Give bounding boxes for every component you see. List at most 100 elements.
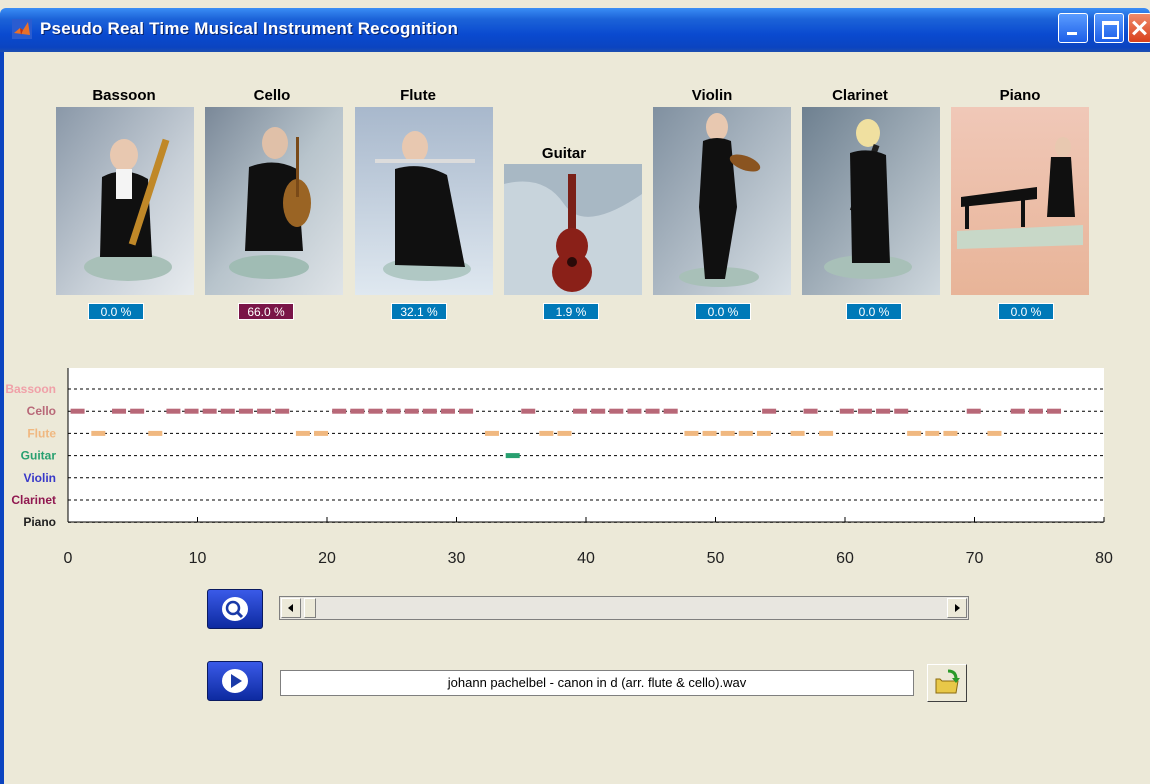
segment-mark-cello <box>459 408 474 414</box>
flute-player-photo <box>355 107 493 295</box>
plot-area <box>68 368 1104 522</box>
clarinet-player-photo <box>802 107 940 295</box>
segment-mark-flute <box>925 430 940 436</box>
maximize-button[interactable] <box>1094 13 1124 43</box>
percent-cello: 66.0 % <box>238 303 294 320</box>
segment-mark-cello <box>627 408 642 414</box>
close-button[interactable] <box>1128 13 1150 43</box>
matlab-logo-icon <box>12 19 32 39</box>
segment-mark-cello <box>663 408 678 414</box>
segment-mark-cello <box>368 408 383 414</box>
file-name-field[interactable]: johann pachelbel - canon in d (arr. flut… <box>280 670 914 696</box>
title-bar: Pseudo Real Time Musical Instrument Reco… <box>0 0 1150 58</box>
segment-mark-cello <box>422 408 437 414</box>
segment-mark-cello <box>1010 408 1025 414</box>
analyze-button[interactable] <box>207 589 263 629</box>
segment-mark-flute <box>738 430 753 436</box>
row-label: Flute <box>27 426 56 440</box>
segment-mark-cello <box>238 408 253 414</box>
row-label: Cello <box>27 404 56 418</box>
segment-mark-cello <box>966 408 981 414</box>
x-tick-label: 60 <box>836 550 854 567</box>
segment-mark-cello <box>70 408 85 414</box>
x-tick-label: 40 <box>577 550 595 567</box>
play-icon <box>222 669 248 693</box>
x-tick-label: 80 <box>1095 550 1113 567</box>
percent-bassoon: 0.0 % <box>88 303 144 320</box>
segment-mark-flute <box>819 430 834 436</box>
arrow-left-icon <box>288 604 293 612</box>
x-tick-label: 20 <box>318 550 336 567</box>
segment-mark-cello <box>894 408 909 414</box>
open-folder-icon <box>935 669 960 694</box>
guitar-photo <box>504 164 642 295</box>
instrument-timeline-chart: Bassoon Cello Flute Guitar Violin Clarinet Pia… <box>5 368 1113 567</box>
x-tick-label: 10 <box>189 550 207 567</box>
segment-mark-flute <box>943 430 958 436</box>
segment-mark-cello <box>1028 408 1043 414</box>
segment-mark-guitar <box>505 453 520 459</box>
segment-mark-flute <box>557 430 572 436</box>
instrument-label-violin: Violin <box>691 87 733 104</box>
segment-mark-cello <box>440 408 455 414</box>
segment-mark-cello <box>130 408 145 414</box>
instrument-label-bassoon: Bassoon <box>92 87 156 104</box>
play-button[interactable] <box>207 661 263 701</box>
segment-mark-flute <box>91 430 106 436</box>
percent-guitar: 1.9 % <box>543 303 599 320</box>
segment-mark-cello <box>857 408 872 414</box>
segment-mark-cello <box>521 408 536 414</box>
segment-mark-flute <box>539 430 554 436</box>
segment-mark-flute <box>790 430 805 436</box>
row-label: Guitar <box>21 449 57 463</box>
scroll-thumb[interactable] <box>304 598 316 618</box>
segment-mark-cello <box>1047 408 1062 414</box>
percent-clarinet: 0.0 % <box>846 303 902 320</box>
segment-mark-cello <box>762 408 777 414</box>
cello-player-photo <box>205 107 343 295</box>
segment-mark-cello <box>876 408 891 414</box>
segment-mark-flute <box>314 430 329 436</box>
segment-mark-cello <box>386 408 401 414</box>
segment-mark-flute <box>720 430 735 436</box>
time-scrollbar[interactable] <box>279 596 969 620</box>
segment-mark-cello <box>220 408 235 414</box>
segment-mark-flute <box>907 430 922 436</box>
segment-mark-cello <box>591 408 606 414</box>
segment-mark-cello <box>573 408 588 414</box>
segment-mark-cello <box>803 408 818 414</box>
segment-mark-flute <box>684 430 699 436</box>
minimize-button[interactable] <box>1058 13 1088 43</box>
x-tick-label: 30 <box>448 550 466 567</box>
row-label: Clarinet <box>11 493 56 507</box>
scroll-right-button[interactable] <box>947 598 967 618</box>
window-title: Pseudo Real Time Musical Instrument Reco… <box>40 19 459 38</box>
bassoon-player-photo <box>56 107 194 295</box>
segment-mark-cello <box>257 408 272 414</box>
segment-mark-flute <box>484 430 499 436</box>
open-file-button[interactable] <box>927 664 967 702</box>
segment-mark-cello <box>332 408 347 414</box>
percent-violin: 0.0 % <box>695 303 751 320</box>
row-label: Bassoon <box>5 382 56 396</box>
segment-mark-cello <box>645 408 660 414</box>
x-tick-label: 0 <box>64 550 73 567</box>
percent-flute: 32.1 % <box>391 303 447 320</box>
percent-piano: 0.0 % <box>998 303 1054 320</box>
row-label: Piano <box>23 515 56 529</box>
row-label: Violin <box>24 471 56 485</box>
segment-mark-cello <box>275 408 290 414</box>
segment-mark-cello <box>350 408 365 414</box>
segment-mark-cello <box>609 408 624 414</box>
segment-mark-flute <box>756 430 771 436</box>
segment-mark-cello <box>166 408 181 414</box>
segment-mark-cello <box>112 408 127 414</box>
instrument-label-flute: Flute <box>400 87 436 104</box>
piano-player-photo <box>951 107 1089 295</box>
magnifier-icon <box>222 597 248 621</box>
scroll-left-button[interactable] <box>281 598 301 618</box>
violin-player-photo <box>653 107 791 295</box>
segment-mark-cello <box>184 408 199 414</box>
segment-mark-cello <box>404 408 419 414</box>
instrument-label-clarinet: Clarinet <box>832 87 888 104</box>
